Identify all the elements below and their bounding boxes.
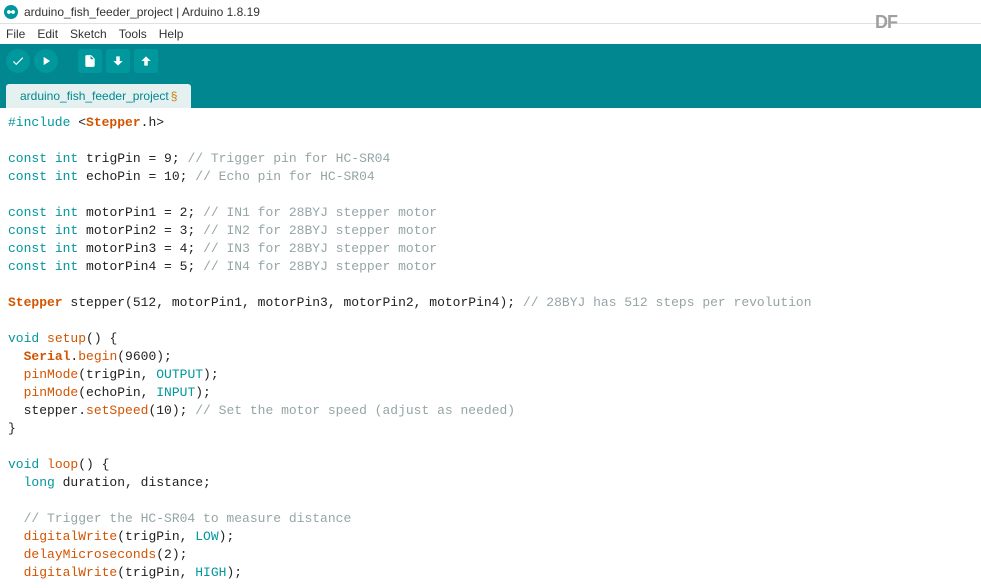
df-logo: DF xyxy=(875,12,897,33)
tab-bar: arduino_fish_feeder_project § xyxy=(0,78,981,108)
menu-help[interactable]: Help xyxy=(159,27,184,41)
title-bar: arduino_fish_feeder_project | Arduino 1.… xyxy=(0,0,981,24)
tab-modified-indicator: § xyxy=(171,89,178,103)
tab-name: arduino_fish_feeder_project xyxy=(20,89,169,103)
menu-edit[interactable]: Edit xyxy=(37,27,58,41)
upload-button[interactable] xyxy=(34,49,58,73)
sketch-tab[interactable]: arduino_fish_feeder_project § xyxy=(6,84,191,108)
new-button[interactable] xyxy=(78,49,102,73)
open-button[interactable] xyxy=(106,49,130,73)
menu-bar: File Edit Sketch Tools Help xyxy=(0,24,981,44)
save-button[interactable] xyxy=(134,49,158,73)
toolbar xyxy=(0,44,981,78)
menu-tools[interactable]: Tools xyxy=(119,27,147,41)
window-title: arduino_fish_feeder_project | Arduino 1.… xyxy=(24,5,260,19)
verify-button[interactable] xyxy=(6,49,30,73)
arduino-logo-icon xyxy=(4,5,18,19)
code-editor[interactable]: #include <Stepper.h> const int trigPin =… xyxy=(0,108,981,588)
menu-file[interactable]: File xyxy=(6,27,25,41)
menu-sketch[interactable]: Sketch xyxy=(70,27,107,41)
